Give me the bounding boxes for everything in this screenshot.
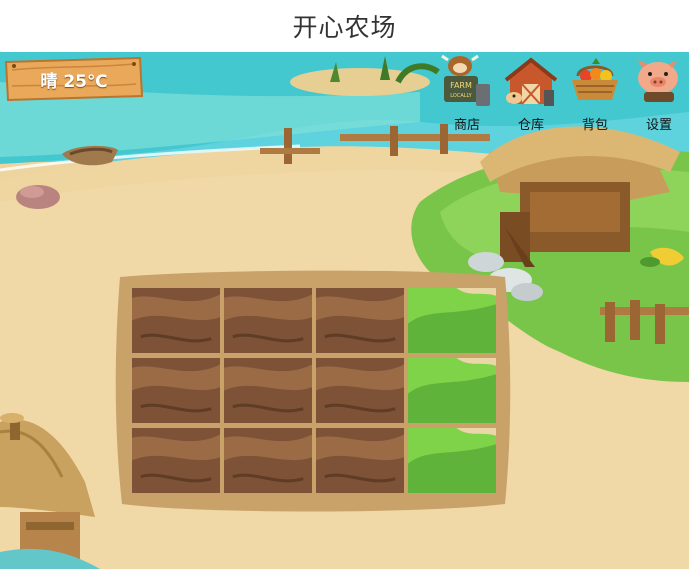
title-bar: 开心农场 [0, 0, 689, 52]
soil-plot[interactable] [224, 358, 312, 423]
warehouse-label: 仓库 [517, 118, 544, 133]
soil-plot[interactable] [132, 288, 220, 353]
settings-button[interactable]: 设置 [630, 54, 688, 134]
grass-plot[interactable] [408, 358, 496, 423]
fruit-basket-icon [572, 58, 618, 100]
farm-cow-sign-icon: FARM LOCALLY [441, 54, 490, 106]
weather-sign: 晴 25℃ [4, 56, 144, 102]
soil-plot[interactable] [132, 358, 220, 423]
farm-plot-grid [118, 274, 510, 510]
page-title: 开心农场 [292, 13, 397, 42]
soil-plot[interactable] [224, 428, 312, 493]
grass-plot[interactable] [408, 428, 496, 493]
settings-label: 设置 [645, 118, 672, 133]
farm-scene: 晴 25℃ FARM LOCALLY 商店 仓库 背包 设置 [0, 52, 689, 569]
backpack-label: 背包 [581, 118, 608, 133]
plot-grid-drawing [132, 288, 496, 493]
weather-text: 晴 25℃ [40, 71, 108, 92]
soil-plot[interactable] [316, 428, 404, 493]
grass-plot[interactable] [408, 288, 496, 353]
soil-plot[interactable] [316, 358, 404, 423]
barn-icon [504, 57, 558, 106]
soil-plot[interactable] [316, 288, 404, 353]
farm-sign-text: FARM [450, 81, 472, 90]
soil-plot[interactable] [224, 288, 312, 353]
warehouse-button[interactable]: 仓库 [502, 54, 560, 134]
pig-icon [638, 60, 678, 102]
locally-sign-text: LOCALLY [450, 93, 472, 99]
soil-plot[interactable] [132, 428, 220, 493]
shop-label: 商店 [453, 118, 480, 133]
backpack-button[interactable]: 背包 [566, 54, 624, 134]
shop-button[interactable]: FARM LOCALLY 商店 [438, 54, 496, 134]
